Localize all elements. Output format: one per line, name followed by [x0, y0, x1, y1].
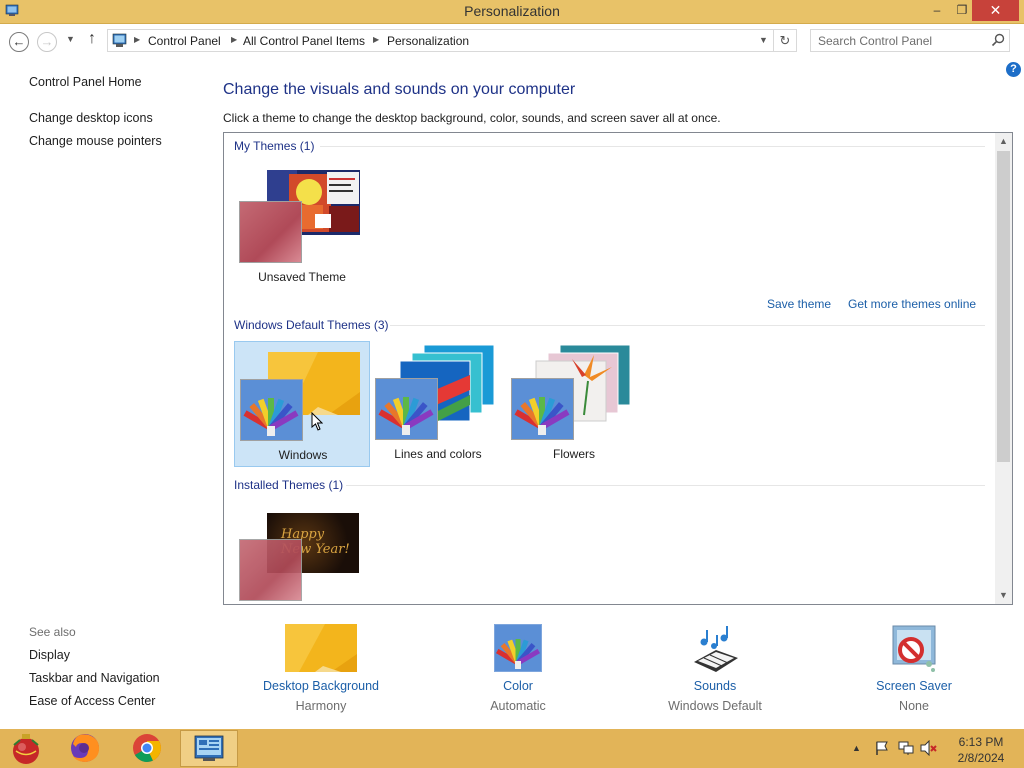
- desktop-background-icon: [285, 624, 357, 672]
- show-hidden-icons-button[interactable]: ▲: [852, 743, 861, 753]
- recent-locations-dropdown[interactable]: ▼: [66, 34, 75, 44]
- breadcrumb-control-panel[interactable]: Control Panel: [148, 34, 221, 48]
- get-more-themes-link[interactable]: Get more themes online: [848, 297, 976, 311]
- color-fan-icon: [243, 398, 299, 436]
- taskbar-firefox[interactable]: [56, 730, 114, 767]
- sounds-icon: [694, 626, 738, 672]
- section-installed: Installed Themes (1): [234, 478, 344, 492]
- taskbar: ▲ 6:13 PM 2/8/2024: [0, 729, 1024, 768]
- mouse-cursor-icon: [311, 412, 323, 431]
- screen-saver-icon: [892, 625, 936, 672]
- save-theme-link[interactable]: Save theme: [767, 297, 831, 311]
- theme-flowers[interactable]: Flowers: [506, 341, 642, 467]
- theme-name: Windows: [278, 448, 328, 462]
- page-title: Change the visuals and sounds on your co…: [223, 81, 576, 98]
- clock-time: 6:13 PM: [958, 735, 1004, 749]
- chevron-down-icon[interactable]: ▼: [759, 35, 768, 45]
- screen-saver-value: None: [899, 699, 929, 713]
- color-swatch: [511, 378, 574, 440]
- theme-happy-new-year[interactable]: Happy New Year!: [234, 505, 370, 604]
- theme-windows[interactable]: Windows: [234, 341, 370, 467]
- volume-muted-icon[interactable]: [920, 740, 938, 756]
- search-icon[interactable]: [991, 33, 1005, 47]
- theme-unsaved[interactable]: Unsaved Theme: [234, 163, 370, 289]
- change-desktop-icons-link[interactable]: Change desktop icons: [29, 111, 153, 125]
- start-button[interactable]: [4, 730, 48, 767]
- chevron-right-icon: ▶: [231, 35, 238, 44]
- see-also-label: See also: [29, 625, 76, 639]
- color-value: Automatic: [490, 699, 546, 713]
- window-title: Personalization: [464, 3, 560, 19]
- theme-list-scrollbar[interactable]: ▲ ▼: [995, 133, 1012, 604]
- chrome-icon: [133, 734, 161, 762]
- color-swatch: [239, 539, 302, 601]
- screen-saver-label[interactable]: Screen Saver: [844, 679, 984, 693]
- ease-of-access-link[interactable]: Ease of Access Center: [29, 694, 155, 708]
- color-fan-icon: [495, 639, 541, 669]
- chevron-right-icon: ▶: [373, 35, 380, 44]
- up-button[interactable]: ↑: [88, 30, 96, 48]
- breadcrumb-all-items[interactable]: All Control Panel Items: [243, 34, 365, 48]
- color-swatch: [375, 378, 438, 440]
- navigation-bar: ← → ▼ ↑ ▶ Control Panel ▶ All Control Pa…: [0, 24, 1024, 58]
- taskbar-navigation-link[interactable]: Taskbar and Navigation: [29, 671, 160, 685]
- scroll-thumb[interactable]: [997, 151, 1010, 462]
- section-my-themes: My Themes (1): [234, 139, 315, 153]
- action-center-flag-icon[interactable]: [874, 740, 890, 756]
- control-panel-home-link[interactable]: Control Panel Home: [29, 75, 142, 89]
- minimize-button[interactable]: ‒: [924, 0, 950, 21]
- forward-arrow-icon: →: [40, 34, 54, 49]
- clock-date: 2/8/2024: [957, 751, 1005, 765]
- sounds-value: Windows Default: [668, 699, 762, 713]
- forward-button[interactable]: →: [37, 32, 57, 52]
- theme-name: Lines and colors: [394, 447, 482, 461]
- color-fan-icon: [378, 397, 434, 435]
- system-clock[interactable]: 6:13 PM 2/8/2024: [950, 734, 1012, 766]
- display-link[interactable]: Display: [29, 648, 70, 662]
- up-arrow-icon: ↑: [88, 30, 96, 47]
- back-button[interactable]: ←: [9, 32, 29, 52]
- desktop-background-label[interactable]: Desktop Background: [251, 679, 391, 693]
- sounds-label[interactable]: Sounds: [645, 679, 785, 693]
- theme-name: Unsaved Theme: [258, 270, 346, 284]
- refresh-button[interactable]: ↻: [774, 29, 797, 52]
- taskbar-control-panel[interactable]: [180, 730, 238, 767]
- firefox-icon: [71, 734, 100, 762]
- desktop-background-value: Harmony: [295, 699, 347, 713]
- theme-lines-and-colors[interactable]: Lines and colors: [370, 341, 506, 467]
- section-divider: [346, 485, 985, 486]
- start-ornament-icon: [13, 734, 39, 764]
- color-icon: [494, 624, 542, 672]
- scroll-down-button[interactable]: ▼: [995, 587, 1012, 604]
- scroll-up-button[interactable]: ▲: [995, 133, 1012, 150]
- search-box[interactable]: [810, 29, 1010, 52]
- taskbar-chrome[interactable]: [118, 730, 176, 767]
- color-label[interactable]: Color: [448, 679, 588, 693]
- theme-name: Flowers: [552, 447, 595, 461]
- change-mouse-pointers-link[interactable]: Change mouse pointers: [29, 134, 162, 148]
- section-windows-default: Windows Default Themes (3): [234, 318, 389, 332]
- network-icon[interactable]: [898, 740, 914, 756]
- control-panel-icon: [112, 33, 127, 47]
- control-panel-icon: [194, 735, 224, 761]
- breadcrumb-personalization[interactable]: Personalization: [387, 34, 469, 48]
- page-description: Click a theme to change the desktop back…: [223, 111, 721, 125]
- back-arrow-icon: ←: [12, 34, 26, 49]
- search-input[interactable]: [811, 30, 987, 51]
- theme-list: My Themes (1) Unsaved Theme Save theme G…: [223, 132, 1013, 605]
- close-button[interactable]: ✕: [972, 0, 1019, 21]
- color-fan-icon: [514, 397, 570, 435]
- address-bar[interactable]: ▶ Control Panel ▶ All Control Panel Item…: [107, 29, 774, 52]
- section-divider: [320, 146, 985, 147]
- refresh-icon: ↻: [779, 33, 791, 48]
- chevron-right-icon: ▶: [134, 35, 141, 44]
- color-swatch: [240, 379, 303, 441]
- help-icon[interactable]: ?: [1006, 62, 1021, 77]
- title-bar: Personalization ‒ ❐ ✕: [0, 0, 1024, 24]
- section-divider: [390, 325, 985, 326]
- color-swatch: [239, 201, 302, 263]
